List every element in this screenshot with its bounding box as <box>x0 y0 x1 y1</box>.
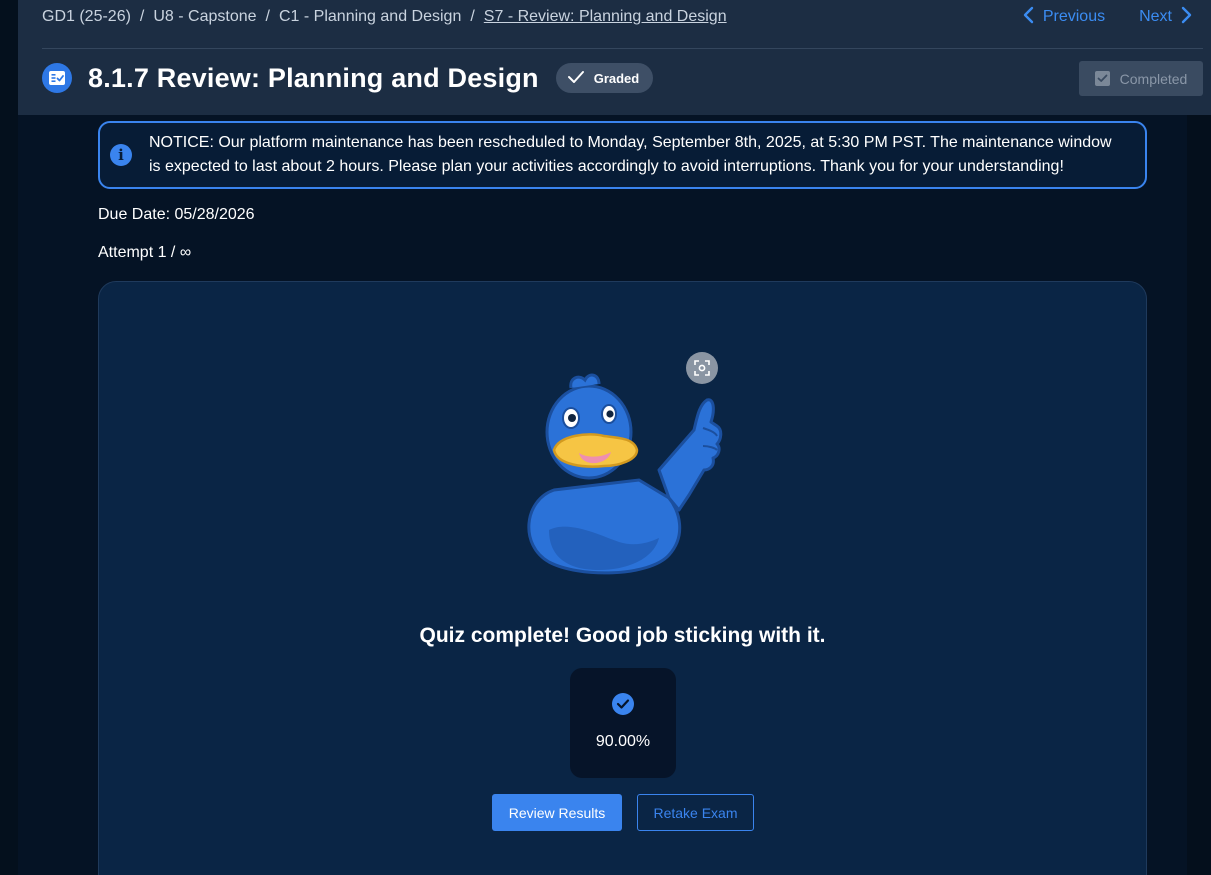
completed-label: Completed <box>1119 70 1188 87</box>
page-header: GD1 (25-26) / U8 - Capstone / C1 - Plann… <box>18 0 1211 115</box>
header-divider <box>42 48 1203 49</box>
score-box: 90.00% <box>570 668 676 778</box>
page-title: 8.1.7 Review: Planning and Design <box>88 62 539 93</box>
assignment-check-icon <box>42 63 72 93</box>
graded-badge: Graded <box>555 63 654 93</box>
breadcrumb-separator: / <box>265 8 270 25</box>
next-button[interactable]: Next <box>1139 6 1193 29</box>
breadcrumb-course[interactable]: GD1 (25-26) <box>42 8 131 26</box>
quiz-complete-message: Quiz complete! Good job sticking with it… <box>419 624 826 647</box>
retake-exam-button[interactable]: Retake Exam <box>637 794 754 831</box>
duck-mascot-illustration <box>527 373 723 575</box>
info-icon: i <box>110 144 132 166</box>
check-icon <box>567 70 585 87</box>
breadcrumb-unit[interactable]: U8 - Capstone <box>153 8 256 26</box>
score-value: 90.00% <box>595 733 651 750</box>
result-card: Quiz complete! Good job sticking with it… <box>98 281 1147 875</box>
breadcrumb-chapter[interactable]: C1 - Planning and Design <box>279 8 461 26</box>
title-row: 8.1.7 Review: Planning and Design Graded <box>42 60 654 96</box>
right-edge <box>1187 115 1211 875</box>
chevron-left-icon <box>1022 6 1035 29</box>
page: GD1 (25-26) / U8 - Capstone / C1 - Plann… <box>0 0 1211 875</box>
breadcrumb-separator: / <box>139 8 145 25</box>
previous-button[interactable]: Previous <box>1022 6 1105 29</box>
page-navigation: Previous Next <box>1022 6 1193 28</box>
review-results-button[interactable]: Review Results <box>492 794 622 831</box>
previous-label: Previous <box>1042 8 1106 25</box>
checkbox-icon <box>1094 71 1110 86</box>
graded-label: Graded <box>593 70 640 86</box>
breadcrumb-section[interactable]: S7 - Review: Planning and Design <box>484 8 727 26</box>
next-label: Next <box>1139 8 1172 25</box>
left-edge <box>0 0 18 875</box>
notice-text: NOTICE: Our platform maintenance has bee… <box>149 134 1112 175</box>
attempt-count: Attempt 1 / ∞ <box>98 244 192 261</box>
maintenance-notice: i NOTICE: Our platform maintenance has b… <box>98 121 1147 189</box>
breadcrumb-separator: / <box>470 8 475 25</box>
check-circle-icon <box>612 693 634 715</box>
chevron-right-icon <box>1180 6 1193 29</box>
due-date: Due Date: 05/28/2026 <box>98 206 255 223</box>
completed-button[interactable]: Completed <box>1079 61 1203 96</box>
breadcrumb: GD1 (25-26) / U8 - Capstone / C1 - Plann… <box>42 7 727 27</box>
focus-icon[interactable] <box>686 352 718 384</box>
